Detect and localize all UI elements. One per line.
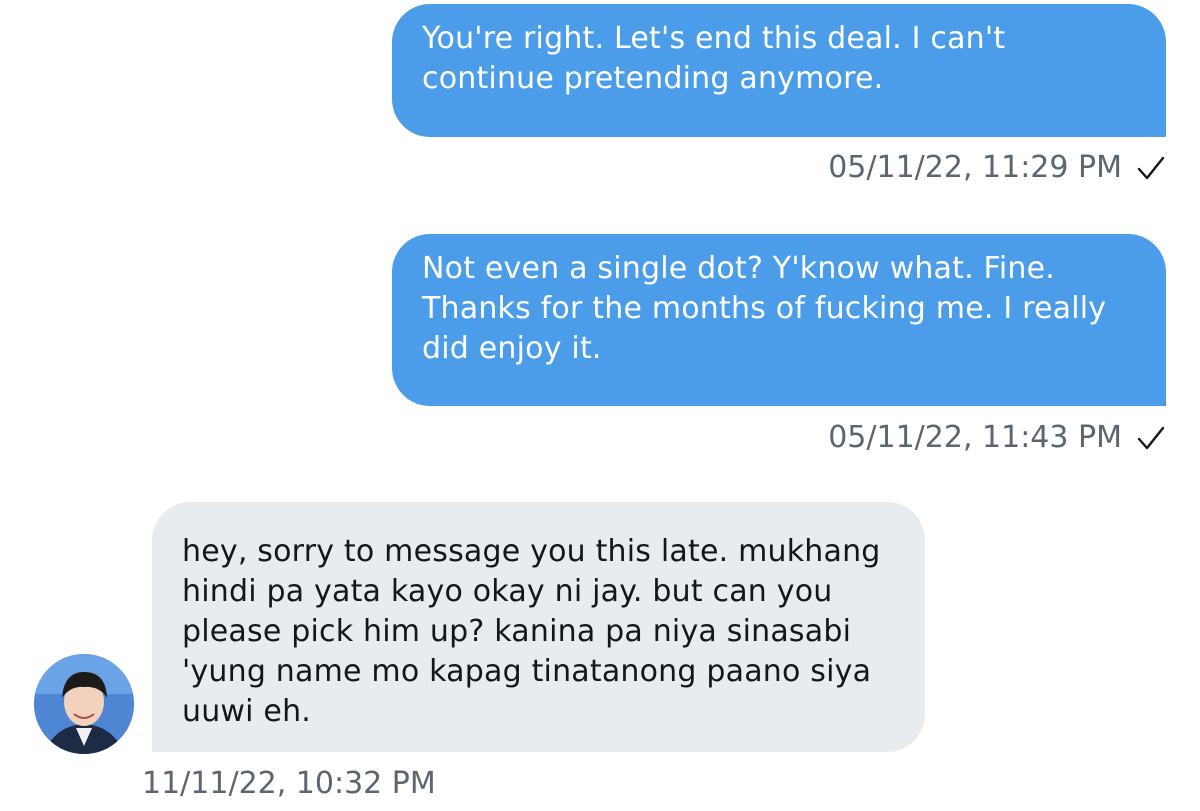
checkmark-icon	[1136, 153, 1166, 183]
message-timestamp: 05/11/22, 11:29 PM	[828, 150, 1122, 185]
message-meta: 11/11/22, 10:32 PM	[142, 764, 436, 804]
message-meta: 05/11/22, 11:43 PM	[828, 418, 1166, 458]
message-bubble-sent[interactable]: You're right. Let's end this deal. I can…	[392, 4, 1166, 137]
message-meta: 05/11/22, 11:29 PM	[828, 148, 1166, 188]
message-timestamp: 05/11/22, 11:43 PM	[828, 420, 1122, 455]
message-bubble-received[interactable]: hey, sorry to message you this late. muk…	[152, 502, 925, 752]
checkmark-icon	[1136, 423, 1166, 453]
user-avatar[interactable]	[34, 654, 134, 754]
message-timestamp: 11/11/22, 10:32 PM	[142, 766, 436, 801]
message-bubble-sent[interactable]: Not even a single dot? Y'know what. Fine…	[392, 234, 1166, 406]
